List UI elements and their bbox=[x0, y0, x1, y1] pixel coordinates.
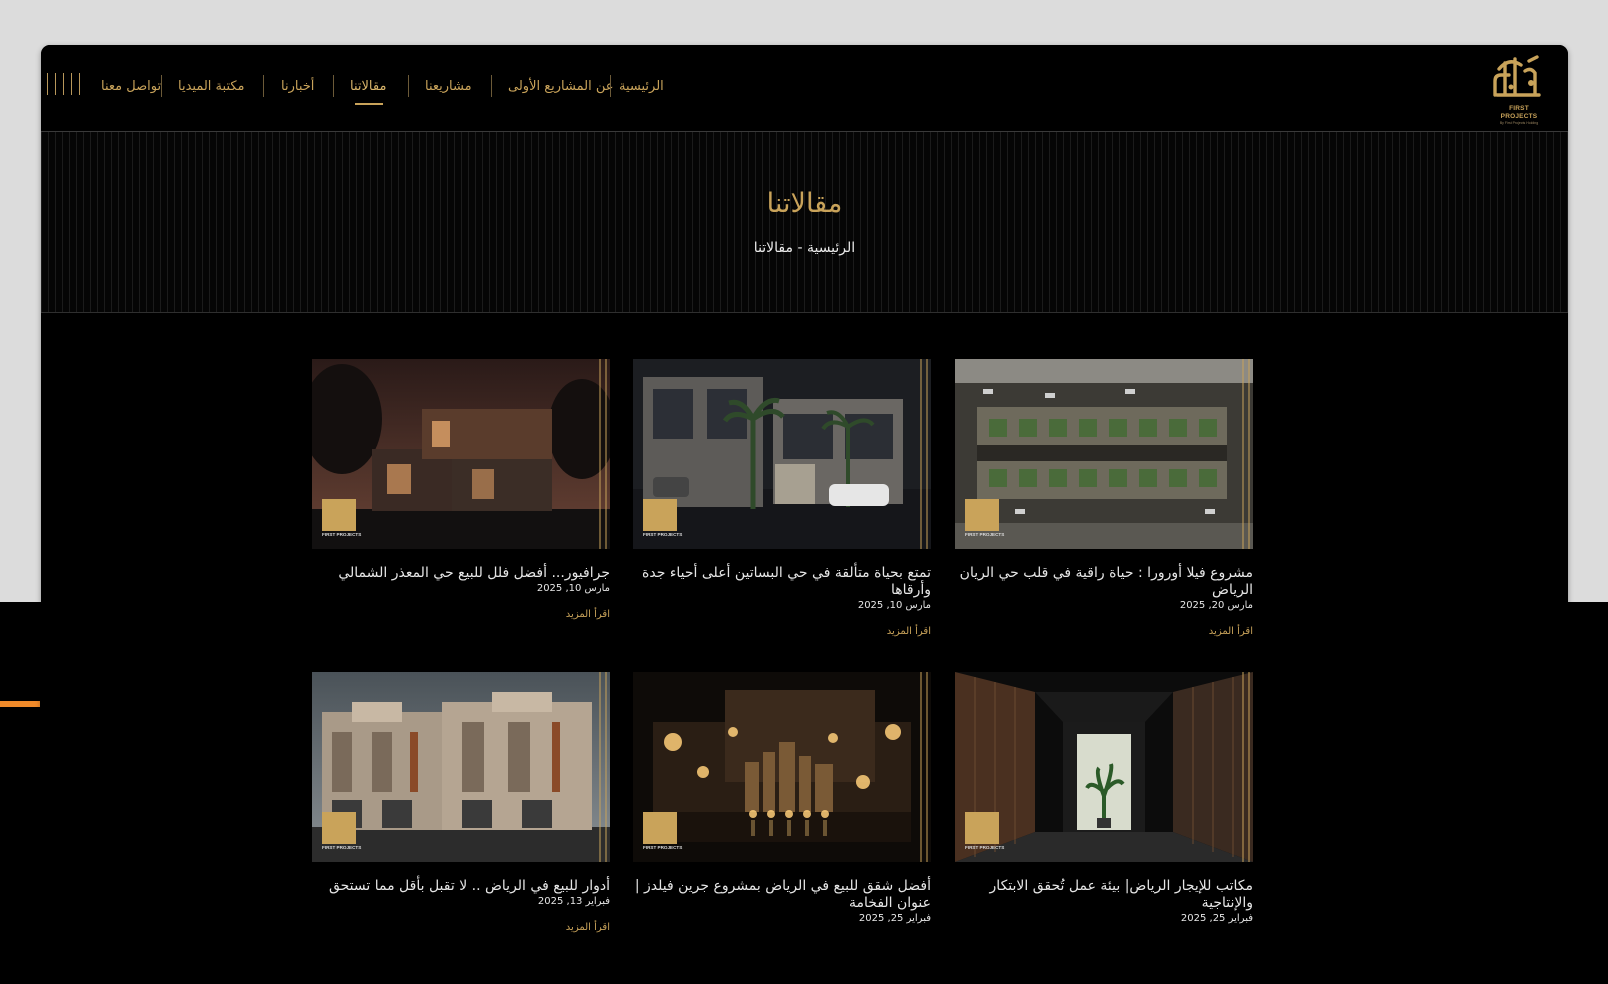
read-more-link[interactable]: اقرأ المزيد bbox=[312, 921, 610, 934]
article-date: مارس 20, 2025 bbox=[1179, 600, 1253, 611]
article-image[interactable]: FIRST PROJECTS bbox=[312, 359, 610, 549]
nav-separator bbox=[491, 75, 492, 97]
article-title[interactable]: أفضل شقق للبيع في الرياض بمشروع جرين فيل… bbox=[633, 878, 931, 912]
article-title[interactable]: مشروع فيلا أورورا : حياة راقية في قلب حي… bbox=[955, 565, 1253, 599]
nav-separator bbox=[263, 75, 264, 97]
article-date: فبراير 25, 2025 bbox=[858, 913, 931, 924]
site-header: FIRST PROJECTS By First Projects Holding… bbox=[41, 45, 1568, 132]
article-date: مارس 10, 2025 bbox=[857, 600, 931, 611]
article-image[interactable]: FIRST PROJECTS bbox=[955, 359, 1253, 549]
browser-viewport: FIRST PROJECTS By First Projects Holding… bbox=[41, 45, 1568, 984]
nav-separator bbox=[610, 75, 611, 97]
read-more-link[interactable]: اقرأ المزيد bbox=[955, 625, 1253, 638]
article-card[interactable]: FIRST PROJECTS مكاتب للإيجار الرياض| بيئ… bbox=[955, 672, 1253, 938]
page-title: مقالاتنا bbox=[766, 188, 843, 219]
site-logo[interactable]: FIRST PROJECTS By First Projects Holding bbox=[1491, 51, 1547, 125]
nav-item-articles[interactable]: مقالاتنا bbox=[350, 77, 386, 99]
article-date: فبراير 25, 2025 bbox=[1180, 913, 1253, 924]
nav-item-media-library[interactable]: مكتبة الميديا bbox=[178, 77, 245, 99]
nav-item-home[interactable]: الرئيسية bbox=[619, 77, 664, 99]
watermark-logo-icon: FIRST PROJECTS bbox=[322, 812, 361, 852]
nav-item-about[interactable]: عن المشاريع الأولى bbox=[508, 77, 613, 99]
read-more-link[interactable]: اقرأ المزيد bbox=[312, 608, 610, 621]
main-nav: تواصل معنا مكتبة الميديا أخبارنا مقالاتن… bbox=[41, 45, 1041, 131]
article-title[interactable]: أدوار للبيع في الرياض .. لا تقبل بأقل مم… bbox=[312, 878, 610, 895]
watermark-logo-icon: FIRST PROJECTS bbox=[643, 812, 682, 852]
article-card[interactable]: FIRST PROJECTS جرافيور... أفضل فلل للبيع… bbox=[312, 359, 610, 621]
nav-separator bbox=[333, 75, 334, 97]
article-card[interactable]: FIRST PROJECTS تمتع بحياة متألقة في حي ا… bbox=[633, 359, 931, 638]
article-image[interactable]: FIRST PROJECTS bbox=[312, 672, 610, 862]
article-image[interactable]: FIRST PROJECTS bbox=[955, 672, 1253, 862]
nav-item-projects[interactable]: مشاريعنا bbox=[425, 77, 472, 99]
read-more-link[interactable]: اقرأ المزيد bbox=[633, 625, 931, 638]
breadcrumb[interactable]: الرئيسية - مقالاتنا bbox=[41, 240, 1568, 256]
nav-item-news[interactable]: أخبارنا bbox=[281, 77, 314, 99]
scroll-indicator bbox=[0, 701, 40, 707]
article-title[interactable]: جرافيور... أفضل فلل للبيع حي المعذر الشم… bbox=[312, 565, 610, 582]
article-card[interactable]: FIRST PROJECTS أدوار للبيع في الرياض .. … bbox=[312, 672, 610, 934]
article-card[interactable]: FIRST PROJECTS مشروع فيلا أورورا : حياة … bbox=[955, 359, 1253, 638]
nav-item-contact[interactable]: تواصل معنا bbox=[101, 77, 161, 99]
article-title[interactable]: تمتع بحياة متألقة في حي البساتين أعلى أح… bbox=[633, 565, 931, 599]
logo-tagline: By First Projects Holding bbox=[1499, 121, 1539, 125]
article-image[interactable]: FIRST PROJECTS bbox=[633, 672, 931, 862]
article-date: مارس 10, 2025 bbox=[536, 583, 610, 594]
watermark-logo-icon: FIRST PROJECTS bbox=[322, 499, 361, 539]
page-hero: مقالاتنا الرئيسية - مقالاتنا bbox=[41, 132, 1568, 313]
watermark-logo-icon: FIRST PROJECTS bbox=[643, 499, 682, 539]
nav-separator bbox=[161, 75, 162, 97]
calligraphy-logo-icon bbox=[1491, 51, 1543, 101]
watermark-logo-icon: FIRST PROJECTS bbox=[965, 812, 1004, 852]
article-title[interactable]: مكاتب للإيجار الرياض| بيئة عمل تُحقق الا… bbox=[955, 878, 1253, 912]
article-date: فبراير 13, 2025 bbox=[537, 896, 610, 907]
watermark-logo-icon: FIRST PROJECTS bbox=[965, 499, 1004, 539]
logo-brand-text: FIRST PROJECTS bbox=[1500, 105, 1538, 120]
article-image[interactable]: FIRST PROJECTS bbox=[633, 359, 931, 549]
nav-separator bbox=[408, 75, 409, 97]
menu-bars-icon[interactable] bbox=[47, 73, 83, 95]
article-card[interactable]: FIRST PROJECTS أفضل شقق للبيع في الرياض … bbox=[633, 672, 931, 938]
active-nav-underline bbox=[355, 103, 383, 105]
